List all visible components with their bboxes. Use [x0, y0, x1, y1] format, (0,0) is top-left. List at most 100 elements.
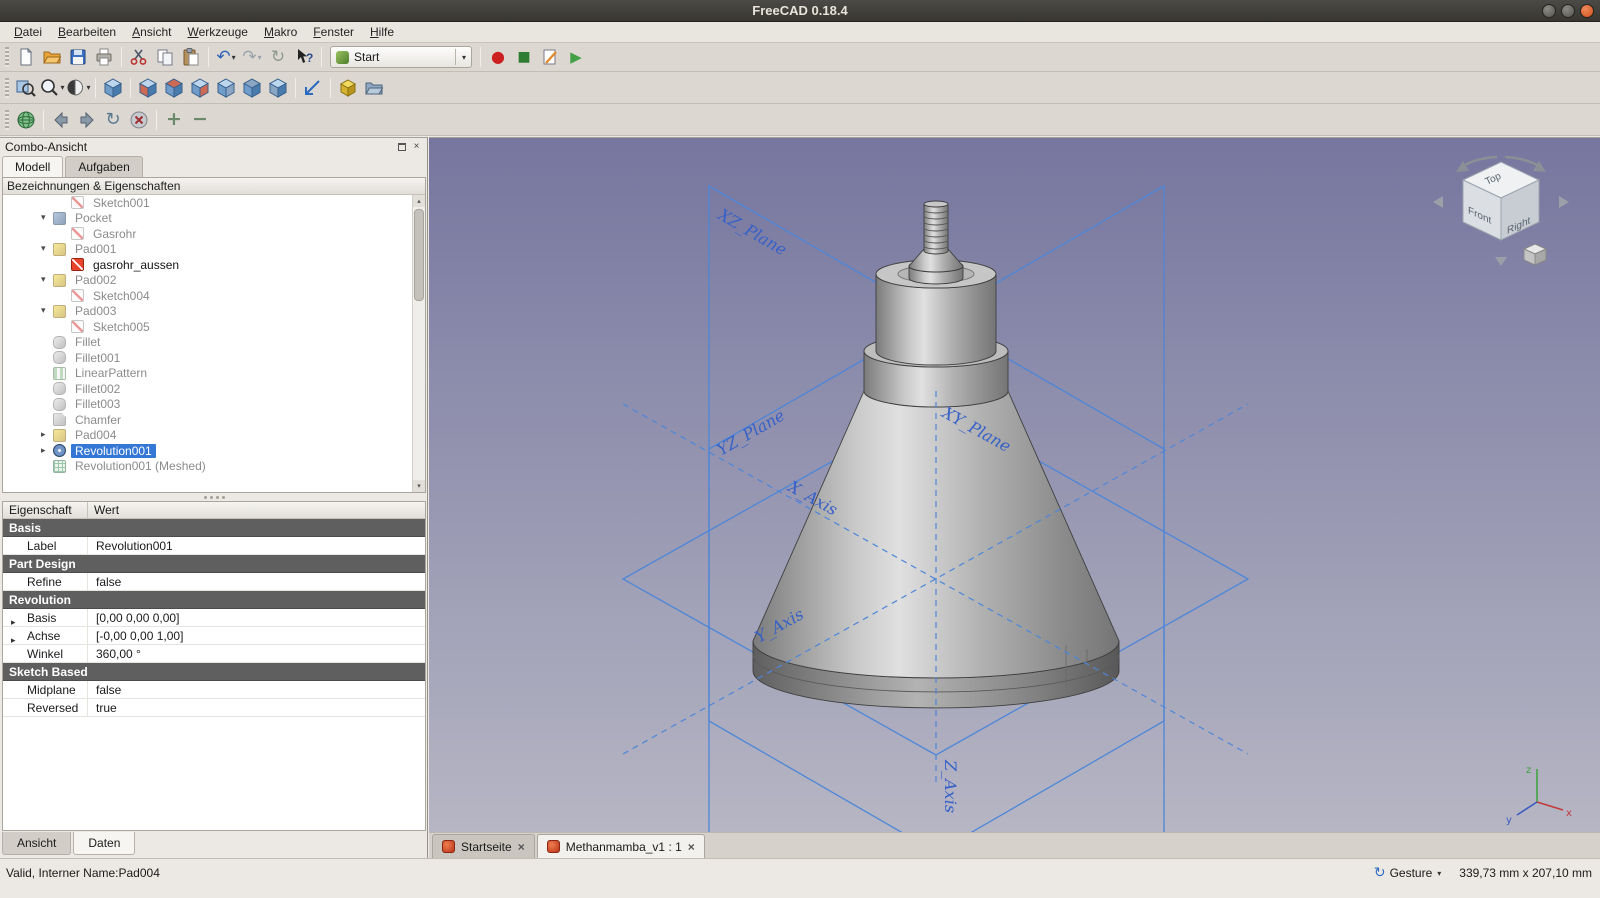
- new-document-button[interactable]: [13, 44, 39, 70]
- doc-tab-startseite[interactable]: Startseite ×: [432, 834, 535, 858]
- expander-icon[interactable]: [41, 446, 53, 456]
- tree-scrollbar[interactable]: ▴ ▾: [412, 195, 425, 492]
- tree-item[interactable]: Fillet002: [3, 381, 425, 397]
- view-bottom-button[interactable]: [239, 75, 265, 101]
- menu-hilfe[interactable]: Hilfe: [362, 23, 402, 41]
- menu-fenster[interactable]: Fenster: [305, 23, 362, 41]
- view-isometric-button[interactable]: [100, 75, 126, 101]
- expander-icon[interactable]: [41, 430, 53, 440]
- nav-style-selector[interactable]: Gesture: [1390, 866, 1433, 880]
- tab-ansicht[interactable]: Ansicht: [2, 832, 71, 855]
- undo-button[interactable]: ↶▾: [213, 44, 239, 70]
- tree-item[interactable]: gasrohr_aussen: [3, 257, 425, 273]
- tree-item[interactable]: Revolution001 (Meshed): [3, 459, 425, 475]
- save-button[interactable]: [65, 44, 91, 70]
- tree-item[interactable]: Pad001: [3, 242, 425, 258]
- zoom-dropdown-icon[interactable]: ▾: [60, 83, 64, 92]
- macro-record-button[interactable]: ●: [485, 44, 511, 70]
- tab-close-icon[interactable]: ×: [688, 840, 695, 854]
- workbench-selector[interactable]: Start ▾: [330, 46, 472, 68]
- property-group-row[interactable]: Basis: [3, 519, 425, 537]
- minimize-button[interactable]: [1542, 4, 1556, 18]
- tree-item[interactable]: Sketch001: [3, 195, 425, 211]
- menu-bearbeiten[interactable]: Bearbeiten: [50, 23, 124, 41]
- macro-play-button[interactable]: ▶: [563, 44, 589, 70]
- property-row[interactable]: Refinefalse: [3, 573, 425, 591]
- property-row[interactable]: Achse[-0,00 0,00 1,00]: [3, 627, 425, 645]
- paste-button[interactable]: [178, 44, 204, 70]
- tree-item[interactable]: Fillet001: [3, 350, 425, 366]
- menu-ansicht[interactable]: Ansicht: [124, 23, 179, 41]
- web-stop-button[interactable]: [126, 107, 152, 133]
- undo-dropdown-icon[interactable]: ▾: [232, 53, 236, 62]
- 3d-viewport[interactable]: XZ_Plane YZ_Plane XY_Plane X_Axis Y_Axis…: [429, 137, 1600, 832]
- view-rear-button[interactable]: [213, 75, 239, 101]
- tree-item[interactable]: Chamfer: [3, 412, 425, 428]
- view-left-button[interactable]: [265, 75, 291, 101]
- property-group-row[interactable]: Part Design: [3, 555, 425, 573]
- zoom-out-button[interactable]: −: [187, 107, 213, 133]
- panel-float-button[interactable]: [396, 141, 407, 152]
- property-group-row[interactable]: Sketch Based: [3, 663, 425, 681]
- tree-item[interactable]: Gasrohr: [3, 226, 425, 242]
- scrollbar-thumb[interactable]: [414, 209, 424, 301]
- draw-style-button[interactable]: ▾: [65, 75, 91, 101]
- create-part-button[interactable]: [335, 75, 361, 101]
- expander-icon[interactable]: [41, 244, 53, 254]
- property-group-row[interactable]: Revolution: [3, 591, 425, 609]
- tab-aufgaben[interactable]: Aufgaben: [65, 156, 142, 177]
- copy-button[interactable]: [152, 44, 178, 70]
- toolbar-handle[interactable]: [5, 47, 9, 67]
- tree-item[interactable]: Pad002: [3, 273, 425, 289]
- expander-icon[interactable]: [41, 213, 53, 223]
- property-row[interactable]: Midplanefalse: [3, 681, 425, 699]
- property-row[interactable]: Basis[0,00 0,00 0,00]: [3, 609, 425, 627]
- view-right-button[interactable]: [187, 75, 213, 101]
- scroll-down-icon[interactable]: ▾: [413, 480, 425, 492]
- toolbar-handle[interactable]: [5, 78, 9, 98]
- view-front-button[interactable]: [135, 75, 161, 101]
- cut-button[interactable]: [126, 44, 152, 70]
- redo-dropdown-icon[interactable]: ▾: [258, 53, 262, 62]
- web-home-button[interactable]: [13, 107, 39, 133]
- view-top-button[interactable]: [161, 75, 187, 101]
- tree-item[interactable]: Pad003: [3, 304, 425, 320]
- draw-style-dropdown-icon[interactable]: ▾: [86, 83, 90, 92]
- menu-werkzeuge[interactable]: Werkzeuge: [179, 23, 255, 41]
- tree-item[interactable]: Sketch005: [3, 319, 425, 335]
- measure-button[interactable]: [300, 75, 326, 101]
- window-titlebar[interactable]: FreeCAD 0.18.4: [0, 0, 1600, 22]
- doc-tab-methanmamba[interactable]: Methanmamba_v1 : 1 ×: [537, 834, 705, 858]
- panel-close-button[interactable]: ×: [411, 141, 422, 152]
- tab-daten[interactable]: Daten: [73, 832, 135, 855]
- property-row[interactable]: Winkel360,00 °: [3, 645, 425, 663]
- macro-edit-button[interactable]: [537, 44, 563, 70]
- zoom-in-button[interactable]: +: [161, 107, 187, 133]
- tree-item[interactable]: LinearPattern: [3, 366, 425, 382]
- forward-button[interactable]: [74, 107, 100, 133]
- tree-item[interactable]: Pad004: [3, 428, 425, 444]
- menu-datei[interactable]: Datei: [6, 23, 50, 41]
- create-group-button[interactable]: [361, 75, 387, 101]
- fit-all-button[interactable]: [13, 75, 39, 101]
- close-button[interactable]: [1580, 4, 1594, 18]
- open-document-button[interactable]: [39, 44, 65, 70]
- print-button[interactable]: [91, 44, 117, 70]
- back-button[interactable]: [48, 107, 74, 133]
- tree-item[interactable]: Fillet003: [3, 397, 425, 413]
- tree-item[interactable]: Pocket: [3, 211, 425, 227]
- tree-item-selected[interactable]: Revolution001: [3, 443, 425, 459]
- web-refresh-button[interactable]: ↻: [100, 107, 126, 133]
- zoom-button[interactable]: ▾: [39, 75, 65, 101]
- property-row[interactable]: LabelRevolution001: [3, 537, 425, 555]
- macro-stop-button[interactable]: ■: [511, 44, 537, 70]
- tab-close-icon[interactable]: ×: [518, 840, 525, 854]
- tab-modell[interactable]: Modell: [2, 156, 63, 177]
- expander-icon[interactable]: [41, 306, 53, 316]
- toolbar-handle[interactable]: [5, 110, 9, 130]
- maximize-button[interactable]: [1561, 4, 1575, 18]
- whats-this-button[interactable]: ?: [291, 44, 317, 70]
- tree-item[interactable]: Sketch004: [3, 288, 425, 304]
- expander-icon[interactable]: [41, 275, 53, 285]
- scroll-up-icon[interactable]: ▴: [413, 195, 425, 207]
